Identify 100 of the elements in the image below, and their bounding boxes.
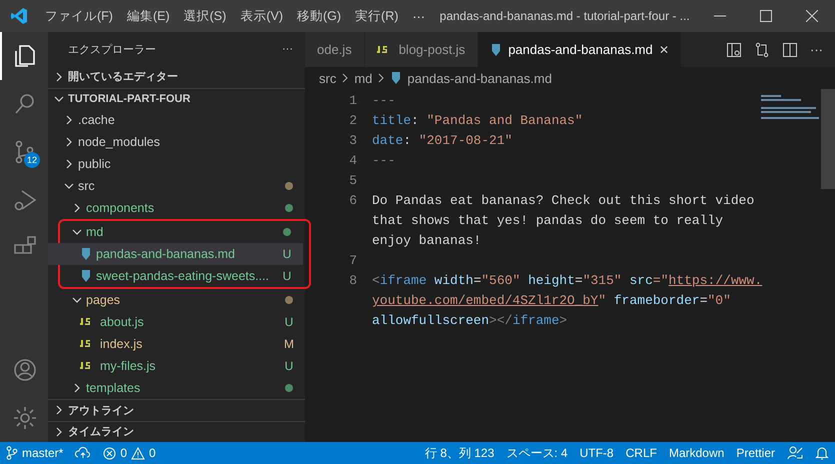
code-token: frameborder: [612, 293, 700, 308]
section-header[interactable]: 開いているエディター: [48, 66, 305, 88]
folder-item[interactable]: components: [48, 197, 305, 220]
code-token: >: [559, 313, 568, 328]
code-token: =: [700, 293, 708, 308]
code-token: =: [473, 273, 482, 288]
breadcrumb-item[interactable]: src: [319, 70, 336, 86]
chevron-right-icon: [72, 383, 82, 394]
code-token: youtube.com/embed/4SZl1r2O_bY: [372, 293, 598, 308]
preview-icon: [726, 42, 742, 58]
status-item[interactable]: Markdown: [668, 446, 724, 460]
folder-item[interactable]: node_modules: [48, 131, 305, 154]
status-item[interactable]: 行 8、列 123: [424, 444, 494, 462]
section-header[interactable]: アウトライン: [48, 399, 305, 421]
status-item[interactable]: スペース: 4: [506, 444, 568, 462]
status-item[interactable]: CRLF: [626, 446, 657, 460]
line-number: 5: [348, 172, 358, 190]
markdown-icon: [390, 71, 402, 85]
compare-changes-icon: [754, 42, 770, 58]
code-token: https://www.: [668, 273, 762, 288]
close-icon: [806, 10, 818, 22]
code-token: ": [598, 293, 606, 308]
code-token: =": [652, 273, 669, 288]
markdown-icon: [80, 247, 92, 262]
code-token: ---: [372, 93, 396, 108]
folder-item[interactable]: public: [48, 153, 305, 176]
line-number: 3: [348, 132, 358, 150]
more-button[interactable]: ···: [282, 43, 293, 56]
window-title: pandas-and-bananas.md - tutorial-part-four - ...: [438, 9, 691, 23]
menu-item[interactable]: 移動(G): [290, 8, 348, 24]
breadcrumb-item[interactable]: pandas-and-bananas.md: [407, 70, 552, 86]
scrollbar[interactable]: [821, 89, 835, 189]
file-item[interactable]: index.js M: [48, 333, 305, 356]
close-tab-button[interactable]: ✕: [658, 42, 669, 56]
code-token: "2017-08-21": [418, 133, 512, 148]
breadcrumb-item[interactable]: md: [354, 70, 372, 86]
code-token: "315": [582, 273, 622, 288]
code-token: allowfullscreen: [372, 313, 490, 328]
file-item[interactable]: sweet-pandas-eating-sweets.... U: [48, 265, 303, 288]
code-token: :: [411, 113, 420, 128]
feedback-icon: [787, 445, 803, 461]
code-token: that shows that yes! pandas do seem to really: [372, 213, 724, 228]
file-item[interactable]: pandas-and-bananas.md U: [48, 243, 303, 266]
branch-button[interactable]: master*: [6, 446, 64, 460]
file-item[interactable]: about.js U: [48, 311, 305, 334]
app-logo-icon: [10, 7, 28, 25]
chevron-right-icon: [377, 73, 386, 83]
code-token: enjoy bananas!: [372, 233, 482, 248]
folder-item[interactable]: .cache: [48, 109, 305, 132]
status-item[interactable]: Prettier: [736, 446, 775, 460]
code-token: ---: [372, 153, 396, 168]
sync-icon: [75, 447, 92, 459]
line-number: 1: [348, 92, 358, 110]
editor-tab[interactable]: ode.js: [305, 32, 365, 67]
more-button[interactable]: ···: [810, 42, 823, 57]
code-token: height: [527, 273, 575, 288]
code-token: "560": [481, 273, 520, 288]
menu-item[interactable]: ファイル(F): [38, 8, 120, 24]
folder-item[interactable]: src: [48, 175, 305, 198]
code-token: =: [574, 273, 583, 288]
chevron-right-icon: [64, 115, 74, 126]
menu-item[interactable]: 表示(V): [233, 8, 290, 24]
line-number: 7: [348, 252, 358, 270]
warning-icon: [131, 446, 146, 460]
branch-icon: [6, 446, 18, 460]
markdown-icon: [490, 42, 502, 56]
account-icon: [11, 356, 39, 384]
chevron-right-icon: [64, 159, 74, 170]
scm-button[interactable]: 12: [0, 128, 48, 176]
chevron-right-icon: [54, 405, 64, 416]
code-token: width: [433, 273, 474, 288]
folder-item[interactable]: md: [48, 221, 303, 244]
section-header[interactable]: TUTORIAL-PART-FOUR: [48, 88, 305, 110]
folder-item[interactable]: templates: [48, 377, 305, 400]
code-token: "0": [708, 293, 731, 308]
code-token: Do Pandas eat bananas? Check out this short video: [372, 193, 754, 208]
menu-item[interactable]: 編集(E): [120, 8, 177, 24]
chevron-right-icon: [341, 73, 350, 83]
menu-item[interactable]: 選択(S): [176, 8, 234, 24]
code-token: src: [628, 273, 653, 288]
code-token: "Pandas and Bananas": [426, 113, 583, 128]
editor-tab[interactable]: pandas-and-bananas.md ✕: [478, 32, 682, 67]
code-token: ></: [489, 313, 512, 328]
code-token: <: [372, 273, 380, 288]
code-token: date: [372, 133, 404, 148]
code-token: iframe: [380, 273, 427, 288]
error-icon: [103, 446, 116, 460]
problems-button[interactable]: 0 0: [103, 446, 156, 460]
line-number: 4: [348, 152, 358, 170]
chevron-right-icon: [54, 72, 64, 82]
editor-tab[interactable]: blog-post.js: [364, 32, 478, 67]
maximize-icon: [760, 10, 772, 22]
file-item[interactable]: my-files.js U: [48, 355, 305, 378]
menu-item[interactable]: 実行(R): [348, 8, 406, 24]
line-number: 8: [348, 272, 358, 290]
menu-item[interactable]: ⋯: [405, 8, 432, 24]
code-token: title: [372, 113, 412, 128]
chevron-right-icon: [54, 426, 64, 437]
status-item[interactable]: UTF-8: [580, 446, 614, 460]
folder-item[interactable]: pages: [48, 289, 305, 312]
